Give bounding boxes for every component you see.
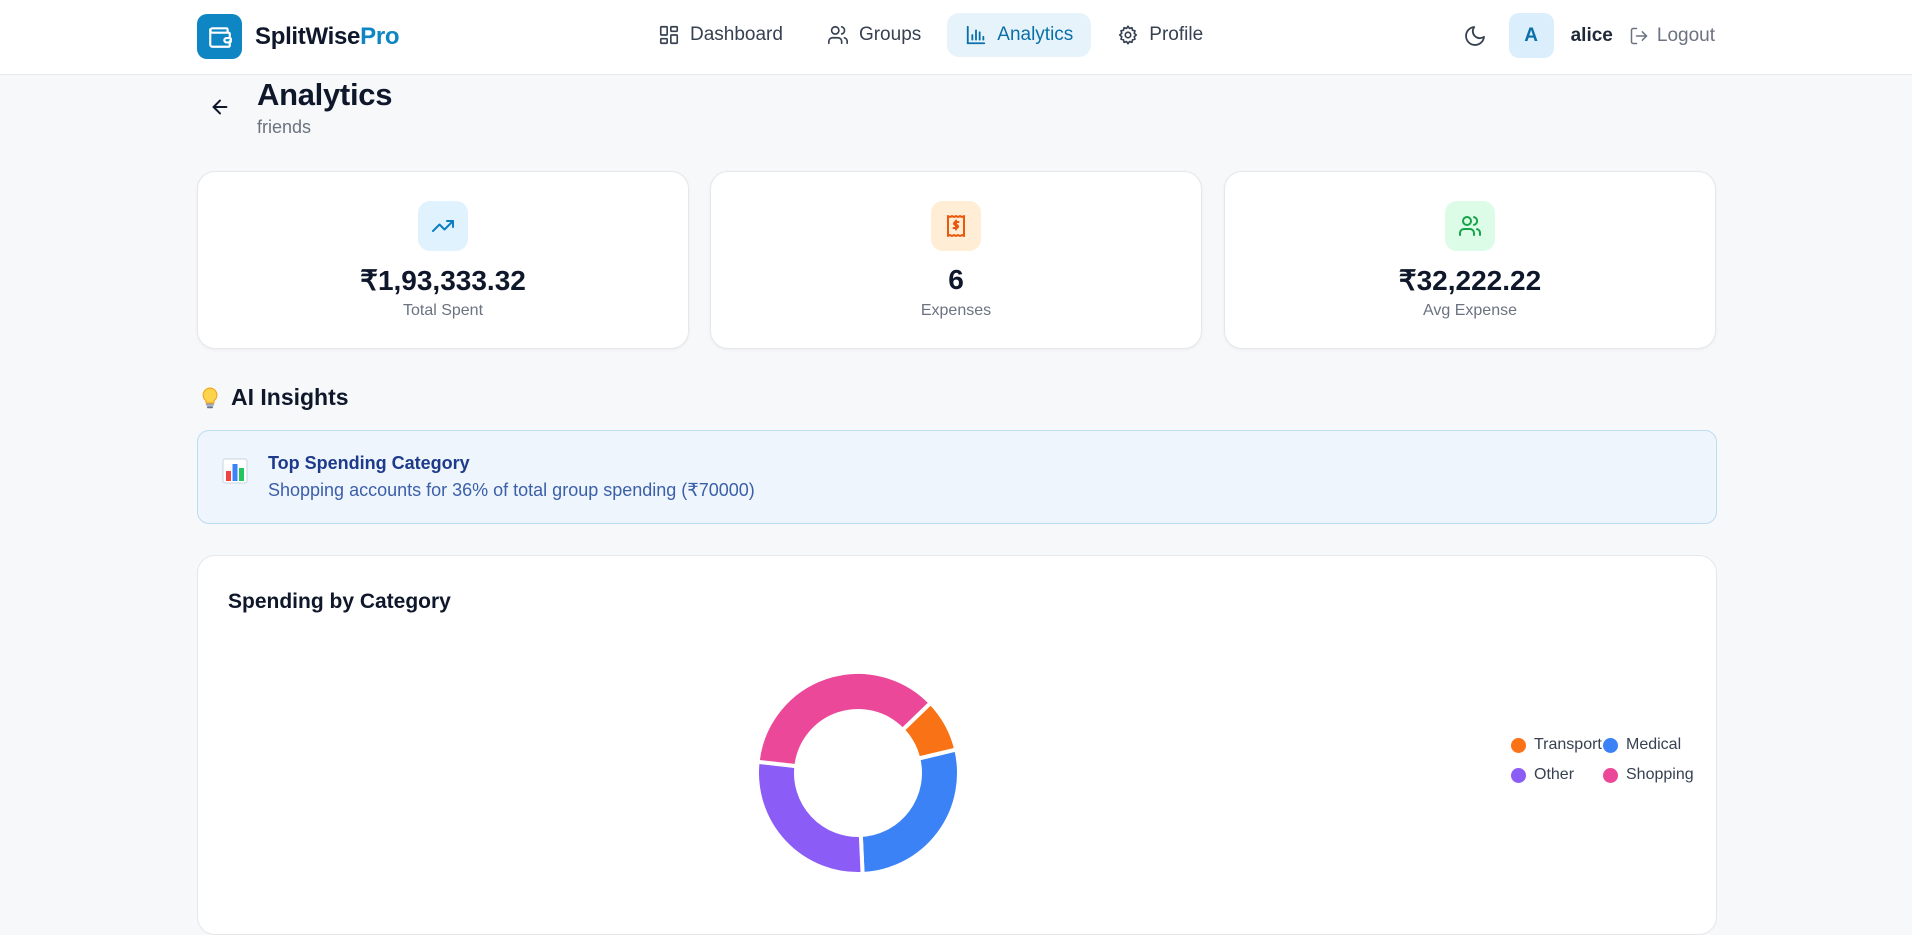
legend-label: Shopping: [1626, 766, 1694, 783]
username: alice: [1570, 24, 1613, 46]
back-button[interactable]: [205, 92, 235, 122]
nav-groups[interactable]: Groups: [809, 13, 939, 57]
legend-label: Medical: [1626, 736, 1682, 753]
users-icon: [1445, 201, 1495, 251]
legend-item-other[interactable]: Other: [1511, 766, 1574, 784]
ai-insights-title: AI Insights: [231, 384, 349, 410]
lightbulb-icon: [202, 386, 218, 408]
stat-value: ₹32,222.22: [1398, 265, 1542, 296]
main-nav: Dashboard Groups Analytics Profile: [640, 13, 1221, 57]
stat-label: Total Spent: [402, 302, 484, 319]
logout-label: Logout: [1656, 24, 1715, 46]
legend-swatch: [1511, 767, 1526, 783]
stat-card-total-spent: ₹1,93,333.32 Total Spent: [197, 171, 689, 349]
gear-icon: [1119, 25, 1138, 45]
nav-analytics[interactable]: Analytics: [947, 13, 1092, 57]
nav-dashboard[interactable]: Dashboard: [640, 13, 801, 57]
donut-slice-other[interactable]: [755, 759, 865, 876]
nav-user-area: A alice Logout: [1455, 13, 1715, 58]
ai-insights-heading: AI Insights: [199, 384, 349, 411]
donut-chart: [755, 670, 961, 876]
legend-label: Transport: [1534, 736, 1602, 753]
logout-button[interactable]: Logout: [1629, 25, 1715, 47]
bar-chart-emoji-icon: [222, 458, 248, 489]
top-navbar: SplitWisePro Dashboard Groups Analytics: [0, 0, 1912, 75]
dashboard-grid-icon: [659, 25, 679, 45]
nav-profile[interactable]: Profile: [1099, 13, 1221, 57]
insight-text: Shopping accounts for 36% of total group…: [268, 480, 755, 500]
legend-item-shopping[interactable]: Shopping: [1603, 766, 1694, 784]
stat-label: Avg Expense: [1423, 302, 1517, 319]
bar-chart-icon: [967, 25, 986, 45]
stat-value: ₹1,93,333.32: [360, 265, 526, 296]
stat-card-avg-expense: ₹32,222.22 Avg Expense: [1224, 171, 1716, 349]
theme-toggle-button[interactable]: [1455, 14, 1495, 58]
legend-item-transport[interactable]: Transport: [1511, 736, 1602, 754]
insight-card: Top Spending Category Shopping accounts …: [197, 430, 1717, 524]
moon-icon: [1464, 25, 1485, 46]
nav-analytics-label: Analytics: [997, 24, 1074, 45]
wallet-icon: [197, 14, 242, 59]
page-subtitle: friends: [257, 117, 312, 137]
stat-label: Expenses: [920, 302, 992, 319]
legend-swatch: [1603, 737, 1618, 753]
logout-icon: [1630, 27, 1648, 44]
nav-dashboard-label: Dashboard: [690, 24, 783, 45]
arrow-left-icon: [212, 99, 228, 115]
legend-swatch: [1603, 767, 1618, 783]
brand-name: SplitWisePro: [255, 22, 400, 51]
brand-name-text: SplitWise: [255, 22, 361, 50]
donut-slice-shopping[interactable]: [755, 670, 933, 769]
trending-up-icon: [418, 201, 468, 251]
spending-chart-card: Spending by Category Transport Medical Oth…: [197, 555, 1717, 935]
receipt-icon: [931, 201, 981, 251]
users-icon: [827, 25, 848, 45]
legend-item-medical[interactable]: Medical: [1603, 736, 1681, 754]
stat-value: 6: [948, 264, 964, 295]
page-title: Analytics: [257, 77, 393, 112]
brand[interactable]: SplitWisePro: [197, 14, 400, 59]
avatar[interactable]: A: [1508, 13, 1554, 58]
donut-slice-medical[interactable]: [858, 747, 961, 876]
stat-card-expenses: 6 Expenses: [710, 171, 1202, 349]
nav-profile-label: Profile: [1149, 24, 1204, 45]
brand-name-accent: Pro: [360, 22, 400, 50]
legend-swatch: [1511, 737, 1526, 753]
nav-groups-label: Groups: [858, 24, 922, 45]
insight-title: Top Spending Category: [268, 453, 470, 473]
legend-label: Other: [1534, 766, 1575, 783]
chart-title: Spending by Category: [228, 590, 451, 613]
